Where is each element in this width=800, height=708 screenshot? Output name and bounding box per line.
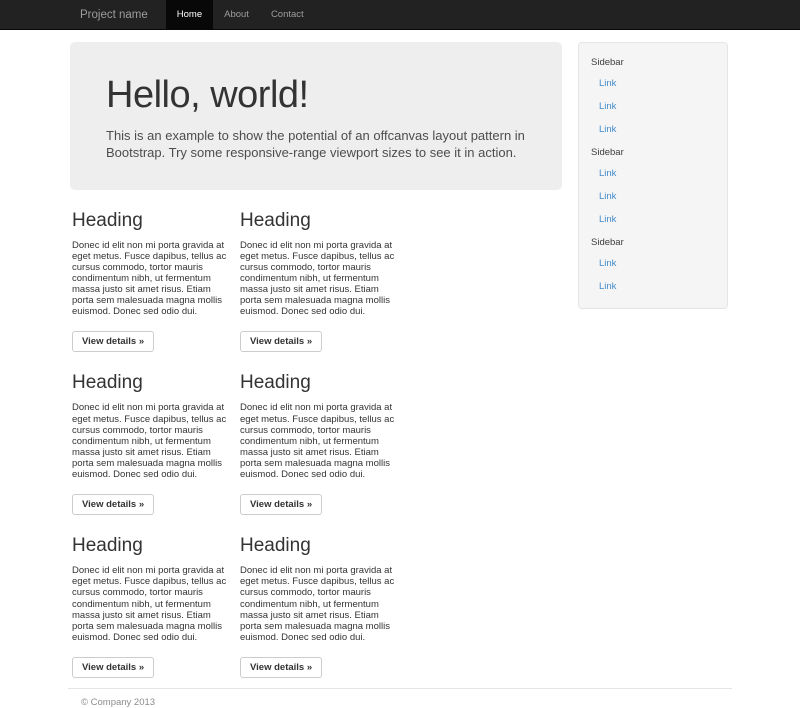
card-heading: Heading: [240, 535, 398, 557]
nav-item-about[interactable]: About: [213, 0, 260, 30]
footer: © Company 2013: [68, 688, 732, 708]
sidebar-column: Sidebar Link Link Link Sidebar Link Link…: [578, 30, 728, 309]
view-details-button[interactable]: View details »: [240, 494, 322, 515]
sidebar-link[interactable]: Link: [579, 95, 727, 118]
view-details-button[interactable]: View details »: [240, 657, 322, 678]
sidebar-link[interactable]: Link: [579, 118, 727, 141]
content-card: Heading Donec id elit non mi porta gravi…: [72, 190, 230, 353]
navbar-menu: Home About Contact: [166, 0, 315, 30]
navbar-brand[interactable]: Project name: [68, 0, 160, 30]
navbar-inner: Project name Home About Contact: [68, 0, 732, 30]
sidebar-section-header: Sidebar: [579, 141, 727, 162]
card-body-text: Donec id elit non mi porta gravida at eg…: [72, 240, 230, 318]
sidebar-link[interactable]: Link: [579, 275, 727, 298]
main-content: Hello, world! This is an example to show…: [68, 30, 565, 678]
view-details-button[interactable]: View details »: [240, 331, 322, 352]
card-heading: Heading: [72, 535, 230, 557]
content-card: Heading Donec id elit non mi porta gravi…: [72, 352, 230, 515]
card-body-text: Donec id elit non mi porta gravida at eg…: [72, 565, 230, 643]
sidebar-link[interactable]: Link: [579, 208, 727, 231]
sidebar-section-header: Sidebar: [579, 231, 727, 252]
card-heading: Heading: [240, 210, 398, 232]
card-heading: Heading: [72, 372, 230, 394]
card-body-text: Donec id elit non mi porta gravida at eg…: [72, 402, 230, 480]
card-body-text: Donec id elit non mi porta gravida at eg…: [240, 240, 398, 318]
content-card: Heading Donec id elit non mi porta gravi…: [240, 352, 398, 515]
cards-grid: Heading Donec id elit non mi porta gravi…: [68, 190, 565, 678]
view-details-button[interactable]: View details »: [72, 657, 154, 678]
copyright-text: © Company 2013: [81, 697, 732, 708]
sidebar-link[interactable]: Link: [579, 72, 727, 95]
card-heading: Heading: [72, 210, 230, 232]
card-body-text: Donec id elit non mi porta gravida at eg…: [240, 565, 398, 643]
navbar: Project name Home About Contact: [0, 0, 800, 30]
sidebar-link[interactable]: Link: [579, 162, 727, 185]
nav-item-contact[interactable]: Contact: [260, 0, 315, 30]
sidebar: Sidebar Link Link Link Sidebar Link Link…: [578, 42, 728, 309]
nav-item-home[interactable]: Home: [166, 0, 213, 30]
sidebar-link[interactable]: Link: [579, 252, 727, 275]
sidebar-section-header: Sidebar: [579, 51, 727, 72]
content-card: Heading Donec id elit non mi porta gravi…: [72, 515, 230, 678]
content-row: Hello, world! This is an example to show…: [68, 30, 732, 678]
jumbotron: Hello, world! This is an example to show…: [70, 42, 562, 190]
jumbotron-description: This is an example to show the potential…: [106, 127, 526, 162]
view-details-button[interactable]: View details »: [72, 331, 154, 352]
page-title: Hello, world!: [106, 74, 526, 117]
card-body-text: Donec id elit non mi porta gravida at eg…: [240, 402, 398, 480]
content-card: Heading Donec id elit non mi porta gravi…: [240, 515, 398, 678]
card-heading: Heading: [240, 372, 398, 394]
view-details-button[interactable]: View details »: [72, 494, 154, 515]
page-container: Hello, world! This is an example to show…: [68, 30, 732, 708]
content-card: Heading Donec id elit non mi porta gravi…: [240, 190, 398, 353]
sidebar-link[interactable]: Link: [579, 185, 727, 208]
